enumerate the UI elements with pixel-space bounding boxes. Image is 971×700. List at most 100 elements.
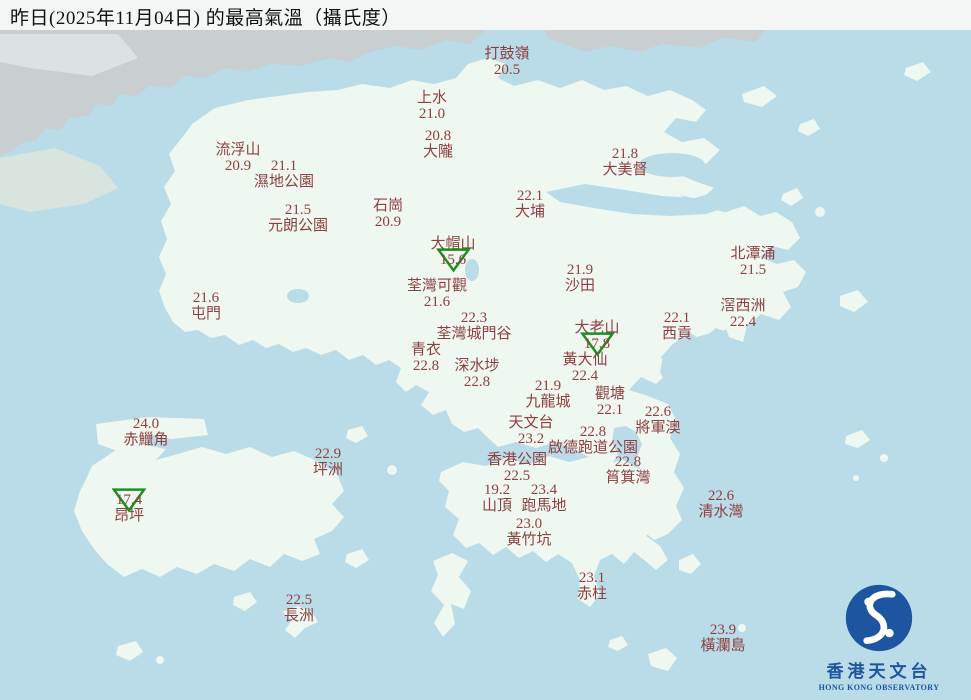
station-name: 滘西洲 — [720, 298, 766, 314]
station-name: 深水埗 — [454, 358, 500, 374]
station-value-text: 17.4 — [115, 492, 143, 508]
station-value-text: 22.6 — [644, 404, 672, 420]
station-value: 23.4 — [521, 482, 566, 498]
station-value: 20.5 — [484, 62, 529, 78]
station-label: 22.8 筲箕灣 — [605, 454, 650, 486]
station-value: 23.1 — [577, 570, 607, 586]
station-name: 西貢 — [661, 326, 693, 342]
station-label: 22.1 西貢 — [662, 310, 692, 342]
station-name: 上水 — [416, 90, 448, 106]
station-value-text: 21.6 — [423, 294, 451, 310]
station-value: 22.1 — [595, 402, 625, 418]
islet — [156, 656, 164, 664]
station-label: 深水埗 22.8 — [454, 358, 499, 390]
station-value-text: 22.1 — [516, 188, 544, 204]
station-name: 石崗 — [372, 198, 404, 214]
station-name: 天文台 — [508, 415, 554, 431]
station-label: 23.4 跑馬地 — [521, 482, 566, 514]
station-value-text: 22.6 — [707, 488, 735, 504]
station-value-text: 21.9 — [534, 378, 562, 394]
station-label: 20.8 大隴 — [423, 128, 453, 160]
station-label: 22.5 長洲 — [284, 592, 314, 624]
station-name: 青衣 — [410, 342, 442, 358]
map-title: 昨日(2025年11月04日) 的最高氣溫（攝氏度） — [10, 8, 401, 29]
station-value: 15.6 — [430, 248, 475, 273]
station-value: 21.6 — [407, 294, 467, 310]
station-value: 21.5 — [730, 262, 775, 278]
station-value: 19.2 — [482, 482, 512, 498]
station-name: 流浮山 — [215, 142, 261, 158]
station-value: 21.8 — [602, 146, 647, 162]
station-value: 22.6 — [635, 404, 680, 420]
station-label: 22.3 荃灣城門谷 — [436, 310, 511, 342]
station-value: 22.8 — [454, 374, 499, 390]
station-name: 黃大仙 — [562, 352, 608, 368]
station-name: 大美督 — [602, 162, 648, 178]
station-value-text: 22.4 — [729, 314, 757, 330]
station-value-text: 24.0 — [132, 416, 160, 432]
station-name: 清水灣 — [698, 504, 744, 520]
station-value: 17.4 — [111, 488, 146, 513]
station-label: 上水 21.0 — [417, 90, 447, 122]
station-name: 屯門 — [190, 306, 222, 322]
station-value-text: 21.8 — [611, 146, 639, 162]
station-name: 元朗公園 — [267, 218, 329, 234]
station-value: 21.9 — [565, 262, 595, 278]
station-value: 22.4 — [720, 314, 765, 330]
station-label: 22.6 清水灣 — [698, 488, 743, 520]
station-label: 天文台 23.2 — [508, 415, 553, 447]
station-name: 筲箕灣 — [605, 470, 651, 486]
station-label: 青衣 22.8 — [411, 342, 441, 374]
station-value-text: 22.3 — [460, 310, 488, 326]
station-name: 九龍城 — [525, 394, 571, 410]
station-label: 香港公園 22.5 — [487, 452, 547, 484]
station-label: 21.6 屯門 — [191, 290, 221, 322]
station-name: 大埔 — [514, 204, 546, 220]
station-name: 濕地公園 — [253, 174, 315, 190]
station-value-text: 22.9 — [314, 446, 342, 462]
station-value: 21.6 — [191, 290, 221, 306]
station-name: 觀塘 — [594, 386, 626, 402]
hko-logo-name-zh: 香港天文台 — [826, 662, 932, 681]
station-value-text: 22.5 — [285, 592, 313, 608]
hko-max-temperature-map: 昨日(2025年11月04日) 的最高氣溫（攝氏度） 打鼓嶺 20.5 上水 21.0… — [0, 0, 971, 700]
hko-logo-icon — [845, 584, 913, 652]
station-value-text: 22.1 — [596, 402, 624, 418]
station-value-text: 22.8 — [614, 454, 642, 470]
station-name: 大隴 — [422, 144, 454, 160]
station-name: 黃竹坑 — [506, 532, 552, 548]
station-value-text: 22.8 — [579, 424, 607, 440]
station-value: 22.8 — [605, 454, 650, 470]
station-name: 北潭涌 — [730, 246, 776, 262]
station-name: 坪洲 — [312, 462, 344, 478]
station-name: 跑馬地 — [521, 498, 567, 514]
station-value: 20.9 — [373, 214, 403, 230]
station-label: 觀塘 22.1 — [595, 386, 625, 418]
station-value-text: 20.9 — [224, 158, 252, 174]
station-value: 22.8 — [411, 358, 441, 374]
station-name: 山頂 — [481, 498, 513, 514]
station-label: 荃灣可觀 21.6 — [407, 278, 467, 310]
station-value-text: 20.9 — [374, 214, 402, 230]
station-label: 21.9 九龍城 — [525, 378, 570, 410]
station-value-text: 21.5 — [739, 262, 767, 278]
station-value: 20.8 — [423, 128, 453, 144]
station-name: 赤柱 — [576, 586, 608, 602]
station-label: 打鼓嶺 20.5 — [484, 46, 529, 78]
station-label: 24.0 赤鱲角 — [123, 416, 168, 448]
station-value-text: 22.4 — [571, 368, 599, 384]
station-value-text: 22.8 — [463, 374, 491, 390]
plover-cove-reservoir — [639, 153, 705, 177]
station-value-text: 23.4 — [530, 482, 558, 498]
station-value-text: 20.5 — [493, 62, 521, 78]
station-value-text: 20.8 — [424, 128, 452, 144]
station-label: 17.4 昂坪 — [111, 488, 146, 524]
station-label: 23.0 黃竹坑 — [506, 516, 551, 548]
station-label: 北潭涌 21.5 — [730, 246, 775, 278]
station-name: 沙田 — [564, 278, 596, 294]
islet — [853, 475, 859, 481]
station-label: 21.8 大美督 — [602, 146, 647, 178]
islet — [880, 454, 888, 462]
station-label: 大帽山 15.6 — [430, 236, 476, 273]
station-value-text: 15.6 — [439, 252, 467, 268]
